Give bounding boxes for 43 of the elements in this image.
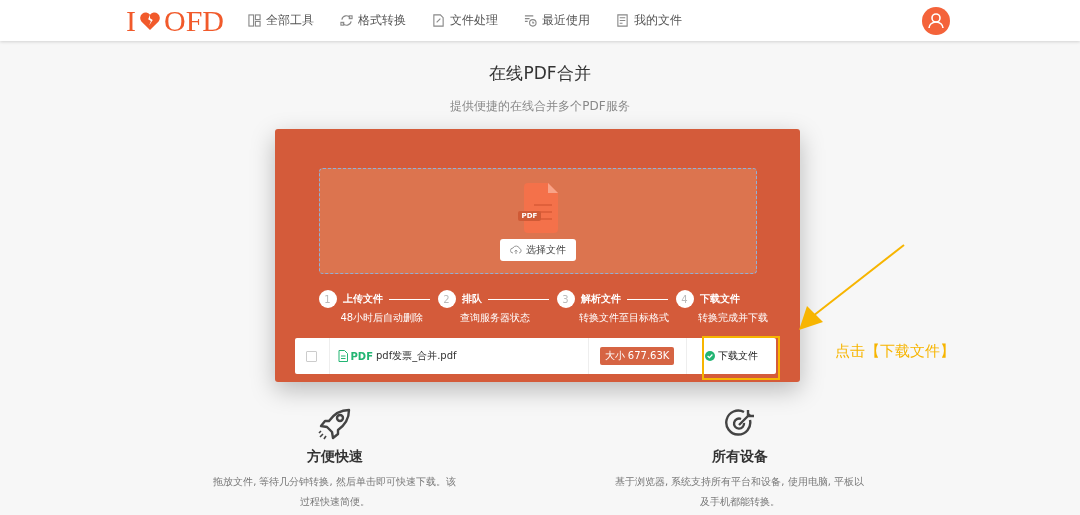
nav-link[interactable]: 我的文件 [616, 12, 682, 29]
annotation-text: 点击【下载文件】 [835, 342, 955, 361]
step-description: 转换文件至目标格式 [578, 311, 670, 325]
step-title: 排队 [461, 292, 482, 306]
feature-description: 基于浏览器, 系统支持所有平台和设备, 使用电脑, 平板以及手机都能转换。 [614, 475, 865, 509]
heart-icon [139, 10, 161, 31]
document-icon [616, 14, 629, 27]
feature-description: 拖放文件, 等待几分钟转换, 然后单击即可快速下载。该过程快速简便。 [212, 475, 457, 509]
nav-link[interactable]: 最近使用 [524, 12, 590, 29]
checkbox[interactable] [306, 350, 317, 362]
step-title: 下载文件 [699, 292, 740, 306]
step-number: 3 [556, 290, 575, 308]
step-number: 1 [318, 290, 337, 308]
step-description: 48小时后自动删除 [340, 311, 425, 325]
feature-title: 所有设备 [711, 448, 768, 466]
cloud-upload-icon [509, 245, 522, 255]
page-subtitle: 提供便捷的在线合并多个PDF服务 [450, 98, 630, 115]
pdf-file-icon [523, 183, 558, 233]
step-title: 解析文件 [580, 292, 621, 306]
choose-file-button[interactable]: 选择文件 [499, 239, 576, 261]
convert-icon [340, 14, 353, 27]
user-avatar-icon[interactable] [922, 6, 950, 35]
step-title: 上传文件 [342, 292, 383, 306]
grid-icon [248, 14, 261, 27]
feature-title: 方便快速 [306, 448, 363, 466]
download-link[interactable]: 下载文件 [704, 349, 758, 363]
page-title: 在线PDF合并 [489, 62, 591, 85]
nav-link[interactable]: 文件处理 [432, 12, 498, 29]
file-name: pdf发票_合并.pdf [375, 349, 457, 363]
step-number: 2 [437, 290, 456, 308]
logo-text: I [126, 5, 136, 36]
document-icon [337, 350, 348, 362]
logo-text: OFD [164, 5, 224, 36]
file-type-label: PDF [350, 350, 373, 362]
step-number: 4 [675, 290, 694, 308]
nav-link[interactable]: 格式转换 [340, 12, 406, 29]
step-description: 查询服务器状态 [459, 311, 531, 325]
document-edit-icon [432, 14, 445, 27]
file-size-badge: 大小 677.63K [599, 347, 675, 365]
clock-icon [524, 14, 537, 27]
nav-link[interactable]: 全部工具 [248, 12, 314, 29]
step-description: 转换完成并下载 [697, 311, 769, 325]
rocket-icon [317, 408, 352, 440]
